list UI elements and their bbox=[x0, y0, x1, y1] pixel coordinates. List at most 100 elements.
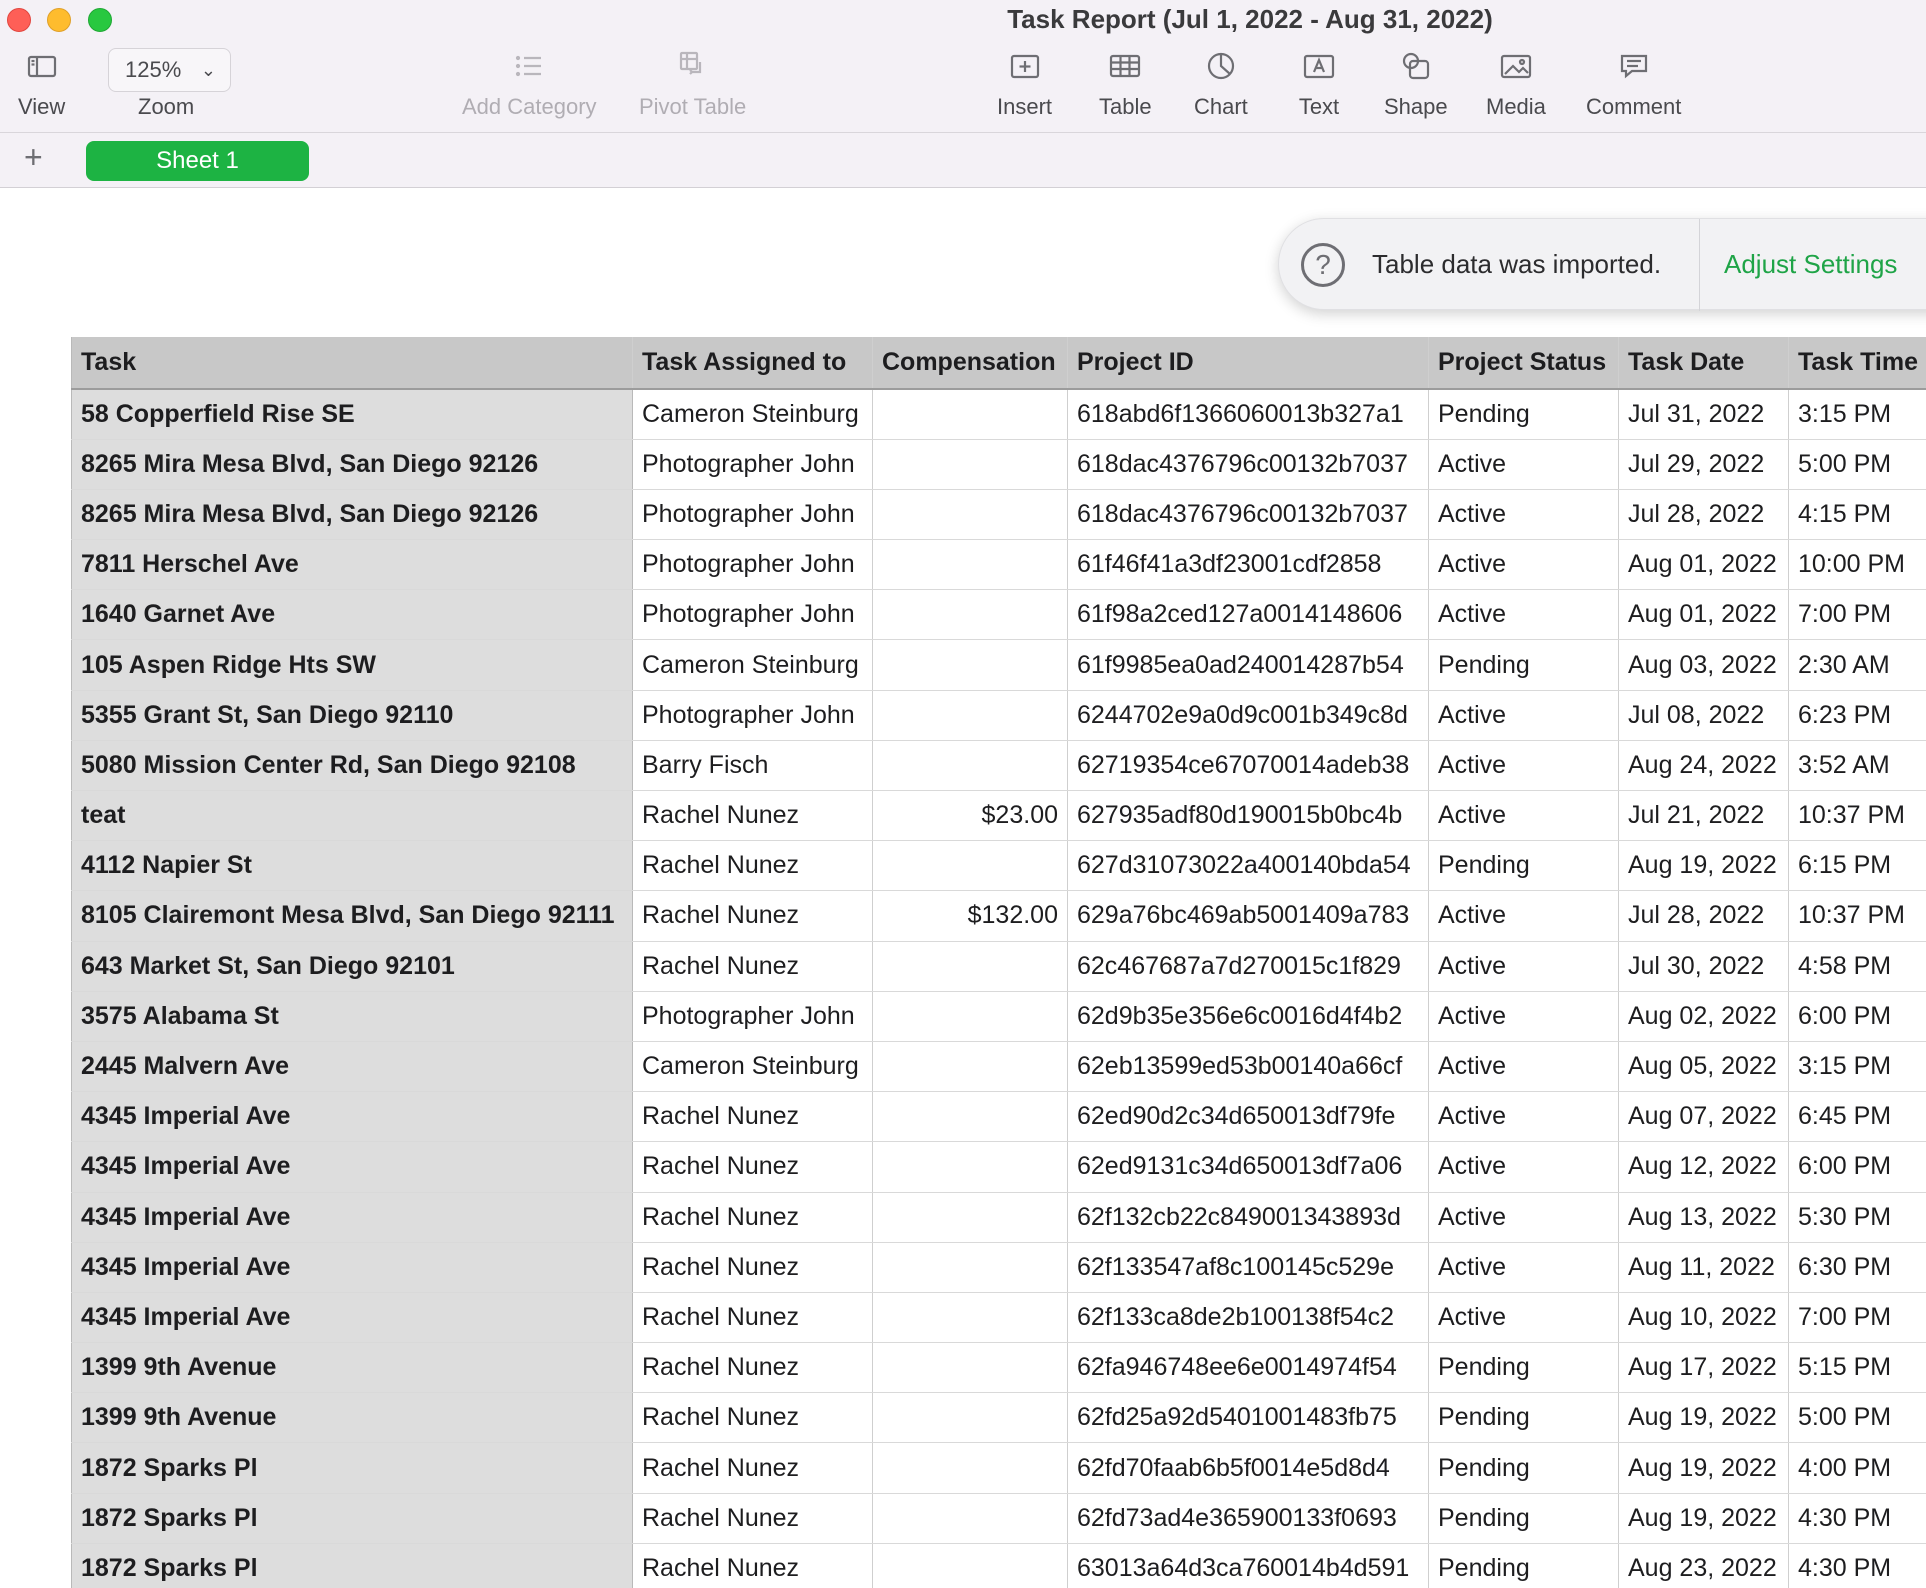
column-header[interactable]: Task Time bbox=[1788, 337, 1926, 390]
date-cell[interactable]: Aug 19, 2022 bbox=[1618, 840, 1789, 892]
table-row[interactable]: 1399 9th Avenue Rachel Nunez 62fd25a92d540… bbox=[71, 1392, 1926, 1444]
project-id-cell[interactable]: 62d9b35e356e6c0016d4f4b2 bbox=[1067, 991, 1429, 1042]
text-button[interactable]: Text bbox=[1297, 48, 1341, 120]
time-cell[interactable]: 5:00 PM bbox=[1788, 439, 1926, 490]
compensation-cell[interactable] bbox=[872, 1543, 1068, 1588]
assignee-cell[interactable]: Cameron Steinburg bbox=[632, 389, 873, 440]
date-cell[interactable]: Jul 30, 2022 bbox=[1618, 941, 1789, 992]
project-id-cell[interactable]: 62fd25a92d5401001483fb75 bbox=[1067, 1392, 1429, 1444]
time-cell[interactable]: 7:00 PM bbox=[1788, 589, 1926, 641]
project-id-cell[interactable]: 627d31073022a400140bda54 bbox=[1067, 840, 1429, 892]
table-row[interactable]: 105 Aspen Ridge Hts SW Cameron Steinburg 6… bbox=[71, 639, 1926, 691]
date-cell[interactable]: Jul 28, 2022 bbox=[1618, 489, 1789, 541]
task-cell[interactable]: 4345 Imperial Ave bbox=[71, 1292, 633, 1344]
column-header[interactable]: Compensation bbox=[872, 337, 1068, 390]
time-cell[interactable]: 4:00 PM bbox=[1788, 1442, 1926, 1494]
table-row[interactable]: 1872 Sparks Pl Rachel Nunez 62fd73ad4e3659… bbox=[71, 1493, 1926, 1544]
project-id-cell[interactable]: 61f9985ea0ad240014287b54 bbox=[1067, 639, 1429, 691]
project-id-cell[interactable]: 62c467687a7d270015c1f829 bbox=[1067, 941, 1429, 992]
task-cell[interactable]: 1640 Garnet Ave bbox=[71, 589, 633, 641]
task-cell[interactable]: 8265 Mira Mesa Blvd, San Diego 92126 bbox=[71, 489, 633, 541]
task-cell[interactable]: 7811 Herschel Ave bbox=[71, 539, 633, 591]
project-id-cell[interactable]: 62719354ce67070014adeb38 bbox=[1067, 740, 1429, 792]
date-cell[interactable]: Aug 23, 2022 bbox=[1618, 1543, 1789, 1588]
column-header[interactable]: Project Status bbox=[1428, 337, 1619, 390]
task-cell[interactable]: 1872 Sparks Pl bbox=[71, 1442, 633, 1494]
assignee-cell[interactable]: Photographer John bbox=[632, 589, 873, 641]
assignee-cell[interactable]: Rachel Nunez bbox=[632, 1442, 873, 1494]
time-cell[interactable]: 10:37 PM bbox=[1788, 790, 1926, 842]
compensation-cell[interactable] bbox=[872, 1392, 1068, 1444]
date-cell[interactable]: Aug 19, 2022 bbox=[1618, 1392, 1789, 1444]
time-cell[interactable]: 6:00 PM bbox=[1788, 1141, 1926, 1193]
table-row[interactable]: 1399 9th Avenue Rachel Nunez 62fa946748ee6… bbox=[71, 1342, 1926, 1394]
assignee-cell[interactable]: Rachel Nunez bbox=[632, 840, 873, 892]
add-category-button[interactable]: Add Category bbox=[462, 48, 597, 120]
time-cell[interactable]: 6:15 PM bbox=[1788, 840, 1926, 892]
project-id-cell[interactable]: 618abd6f1366060013b327a1 bbox=[1067, 389, 1429, 440]
assignee-cell[interactable]: Rachel Nunez bbox=[632, 1141, 873, 1193]
task-cell[interactable]: 1399 9th Avenue bbox=[71, 1342, 633, 1394]
compensation-cell[interactable] bbox=[872, 740, 1068, 792]
column-header[interactable]: Project ID bbox=[1067, 337, 1429, 390]
time-cell[interactable]: 4:15 PM bbox=[1788, 489, 1926, 541]
status-cell[interactable]: Active bbox=[1428, 1141, 1619, 1193]
assignee-cell[interactable]: Rachel Nunez bbox=[632, 1292, 873, 1344]
assignee-cell[interactable]: Photographer John bbox=[632, 539, 873, 591]
tab-sheet-1[interactable]: Sheet 1 bbox=[86, 141, 309, 181]
time-cell[interactable]: 7:00 PM bbox=[1788, 1292, 1926, 1344]
project-id-cell[interactable]: 62fd73ad4e365900133f0693 bbox=[1067, 1493, 1429, 1544]
status-cell[interactable]: Pending bbox=[1428, 1493, 1619, 1544]
help-icon[interactable]: ? bbox=[1301, 243, 1345, 287]
time-cell[interactable]: 5:00 PM bbox=[1788, 1392, 1926, 1444]
time-cell[interactable]: 6:45 PM bbox=[1788, 1091, 1926, 1143]
task-cell[interactable]: 4112 Napier St bbox=[71, 840, 633, 892]
column-header[interactable]: Task bbox=[71, 337, 633, 390]
compensation-cell[interactable] bbox=[872, 690, 1068, 741]
task-cell[interactable]: 8105 Clairemont Mesa Blvd, San Diego 921… bbox=[71, 890, 633, 942]
table-row[interactable]: 4345 Imperial Ave Rachel Nunez 62f133ca8de… bbox=[71, 1292, 1926, 1344]
assignee-cell[interactable]: Photographer John bbox=[632, 690, 873, 741]
compensation-cell[interactable] bbox=[872, 1192, 1068, 1243]
status-cell[interactable]: Pending bbox=[1428, 639, 1619, 691]
project-id-cell[interactable]: 63013a64d3ca760014b4d591 bbox=[1067, 1543, 1429, 1588]
table-row[interactable]: 2445 Malvern Ave Cameron Steinburg 62eb135… bbox=[71, 1041, 1926, 1093]
view-button[interactable]: View bbox=[18, 48, 65, 120]
compensation-cell[interactable] bbox=[872, 840, 1068, 892]
time-cell[interactable]: 10:00 PM bbox=[1788, 539, 1926, 591]
status-cell[interactable]: Active bbox=[1428, 690, 1619, 741]
task-cell[interactable]: 4345 Imperial Ave bbox=[71, 1091, 633, 1143]
task-cell[interactable]: 4345 Imperial Ave bbox=[71, 1192, 633, 1243]
time-cell[interactable]: 5:15 PM bbox=[1788, 1342, 1926, 1394]
assignee-cell[interactable]: Rachel Nunez bbox=[632, 1192, 873, 1243]
status-cell[interactable]: Active bbox=[1428, 740, 1619, 792]
comment-button[interactable]: Comment bbox=[1586, 48, 1681, 120]
compensation-cell[interactable] bbox=[872, 1242, 1068, 1293]
time-cell[interactable]: 4:30 PM bbox=[1788, 1543, 1926, 1588]
compensation-cell[interactable]: $23.00 bbox=[872, 790, 1068, 842]
table-row[interactable]: 1872 Sparks Pl Rachel Nunez 63013a64d3ca76… bbox=[71, 1543, 1926, 1588]
compensation-cell[interactable] bbox=[872, 941, 1068, 992]
status-cell[interactable]: Active bbox=[1428, 890, 1619, 942]
time-cell[interactable]: 5:30 PM bbox=[1788, 1192, 1926, 1243]
date-cell[interactable]: Jul 28, 2022 bbox=[1618, 890, 1789, 942]
date-cell[interactable]: Jul 31, 2022 bbox=[1618, 389, 1789, 440]
project-id-cell[interactable]: 62f133ca8de2b100138f54c2 bbox=[1067, 1292, 1429, 1344]
project-id-cell[interactable]: 62fa946748ee6e0014974f54 bbox=[1067, 1342, 1429, 1394]
status-cell[interactable]: Active bbox=[1428, 1292, 1619, 1344]
task-cell[interactable]: 1872 Sparks Pl bbox=[71, 1543, 633, 1588]
date-cell[interactable]: Jul 29, 2022 bbox=[1618, 439, 1789, 490]
task-cell[interactable]: 105 Aspen Ridge Hts SW bbox=[71, 639, 633, 691]
table-row[interactable]: 5080 Mission Center Rd, San Diego 92108 B… bbox=[71, 740, 1926, 792]
table-row[interactable]: 8265 Mira Mesa Blvd, San Diego 92126 Phot… bbox=[71, 439, 1926, 490]
assignee-cell[interactable]: Rachel Nunez bbox=[632, 790, 873, 842]
table-row[interactable]: teat Rachel Nunez $23.00 627935adf80d190015… bbox=[71, 790, 1926, 842]
task-cell[interactable]: 5355 Grant St, San Diego 92110 bbox=[71, 690, 633, 741]
project-id-cell[interactable]: 62eb13599ed53b00140a66cf bbox=[1067, 1041, 1429, 1093]
assignee-cell[interactable]: Photographer John bbox=[632, 439, 873, 490]
project-id-cell[interactable]: 61f98a2ced127a0014148606 bbox=[1067, 589, 1429, 641]
table-row[interactable]: 643 Market St, San Diego 92101 Rachel Nun… bbox=[71, 941, 1926, 992]
project-id-cell[interactable]: 629a76bc469ab5001409a783 bbox=[1067, 890, 1429, 942]
date-cell[interactable]: Aug 19, 2022 bbox=[1618, 1442, 1789, 1494]
time-cell[interactable]: 6:00 PM bbox=[1788, 991, 1926, 1042]
